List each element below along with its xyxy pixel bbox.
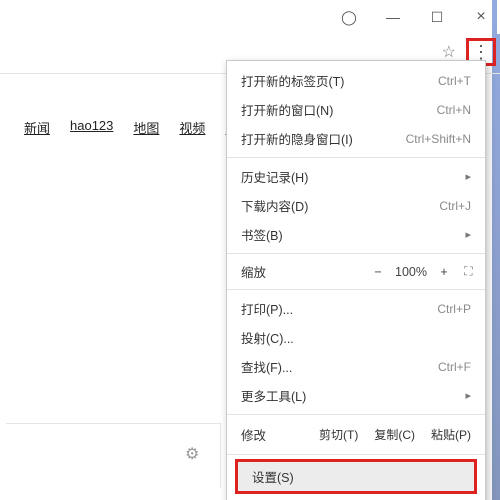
menu-new-tab[interactable]: 打开新的标签页(T) Ctrl+T [227,66,485,95]
copy-button[interactable]: 复制(C) [368,424,421,445]
nav-video[interactable]: 视频 [179,118,205,137]
menu-label: 打印(P)... [241,299,293,318]
menu-shortcut: Ctrl+N [437,103,471,117]
menu-label: 设置(S) [252,467,294,486]
window-titlebar: ◯ — ☐ × [0,0,500,34]
menu-label: 打开新的隐身窗口(I) [241,129,353,148]
menu-label: 历史记录(H) [241,167,308,186]
menu-shortcut: Ctrl+Shift+N [406,132,471,146]
vertical-dots-icon: ⋮ [472,43,490,61]
zoom-out-button[interactable]: − [371,265,385,279]
zoom-value: 100% [395,265,427,279]
main-menu-dropdown: 打开新的标签页(T) Ctrl+T 打开新的窗口(N) Ctrl+N 打开新的隐… [226,60,486,500]
fullscreen-icon[interactable]: ⛶ [461,264,475,279]
menu-zoom: 缩放 − 100% + ⛶ [227,258,485,285]
menu-bookmarks[interactable]: 书签(B) ▸ [227,220,485,249]
menu-history[interactable]: 历史记录(H) ▸ [227,162,485,191]
maximize-button[interactable]: ☐ [424,9,450,26]
menu-label: 打开新的窗口(N) [241,100,333,119]
settings-highlight: 设置(S) [235,459,477,494]
menu-shortcut: Ctrl+P [437,302,471,316]
nav-news[interactable]: 新闻 [24,118,50,137]
minimize-button[interactable]: — [380,9,406,25]
nav-map[interactable]: 地图 [133,118,159,137]
menu-downloads[interactable]: 下载内容(D) Ctrl+J [227,191,485,220]
menu-find[interactable]: 查找(F)... Ctrl+F [227,352,485,381]
page-nav-links: 新闻 hao123 地图 视频 贴吧 [24,118,251,137]
menu-incognito[interactable]: 打开新的隐身窗口(I) Ctrl+Shift+N [227,124,485,153]
menu-separator [227,454,485,455]
profile-icon[interactable]: ◯ [336,9,362,26]
menu-separator [227,414,485,415]
menu-shortcut: Ctrl+T [438,74,471,88]
paste-button[interactable]: 粘贴(P) [425,424,477,445]
menu-label: 打开新的标签页(T) [241,71,344,90]
chevron-right-icon: ▸ [465,170,471,183]
window-right-edge [492,0,500,500]
menu-cast[interactable]: 投射(C)... [227,323,485,352]
edit-label: 修改 [241,425,309,444]
menu-more-tools[interactable]: 更多工具(L) ▸ [227,381,485,410]
menu-separator [227,289,485,290]
close-button[interactable]: × [468,8,494,26]
zoom-label: 缩放 [241,262,371,281]
menu-label: 书签(B) [241,225,283,244]
menu-new-window[interactable]: 打开新的窗口(N) Ctrl+N [227,95,485,124]
menu-shortcut: Ctrl+J [439,199,471,213]
menu-edit-row: 修改 剪切(T) 复制(C) 粘贴(P) [227,419,485,450]
menu-settings[interactable]: 设置(S) [238,462,474,491]
menu-label: 投射(C)... [241,328,294,347]
chevron-right-icon: ▸ [465,389,471,402]
menu-shortcut: Ctrl+F [438,360,471,374]
gear-icon[interactable]: ⚙ [185,444,199,464]
chevron-right-icon: ▸ [465,228,471,241]
menu-separator [227,253,485,254]
menu-label: 下载内容(D) [241,196,308,215]
menu-separator [227,157,485,158]
menu-help[interactable]: 帮助(E) ▸ [227,494,485,500]
zoom-in-button[interactable]: + [437,265,451,279]
menu-print[interactable]: 打印(P)... Ctrl+P [227,294,485,323]
menu-label: 查找(F)... [241,357,292,376]
menu-label: 更多工具(L) [241,386,306,405]
cut-button[interactable]: 剪切(T) [313,424,364,445]
nav-hao123[interactable]: hao123 [70,118,113,137]
